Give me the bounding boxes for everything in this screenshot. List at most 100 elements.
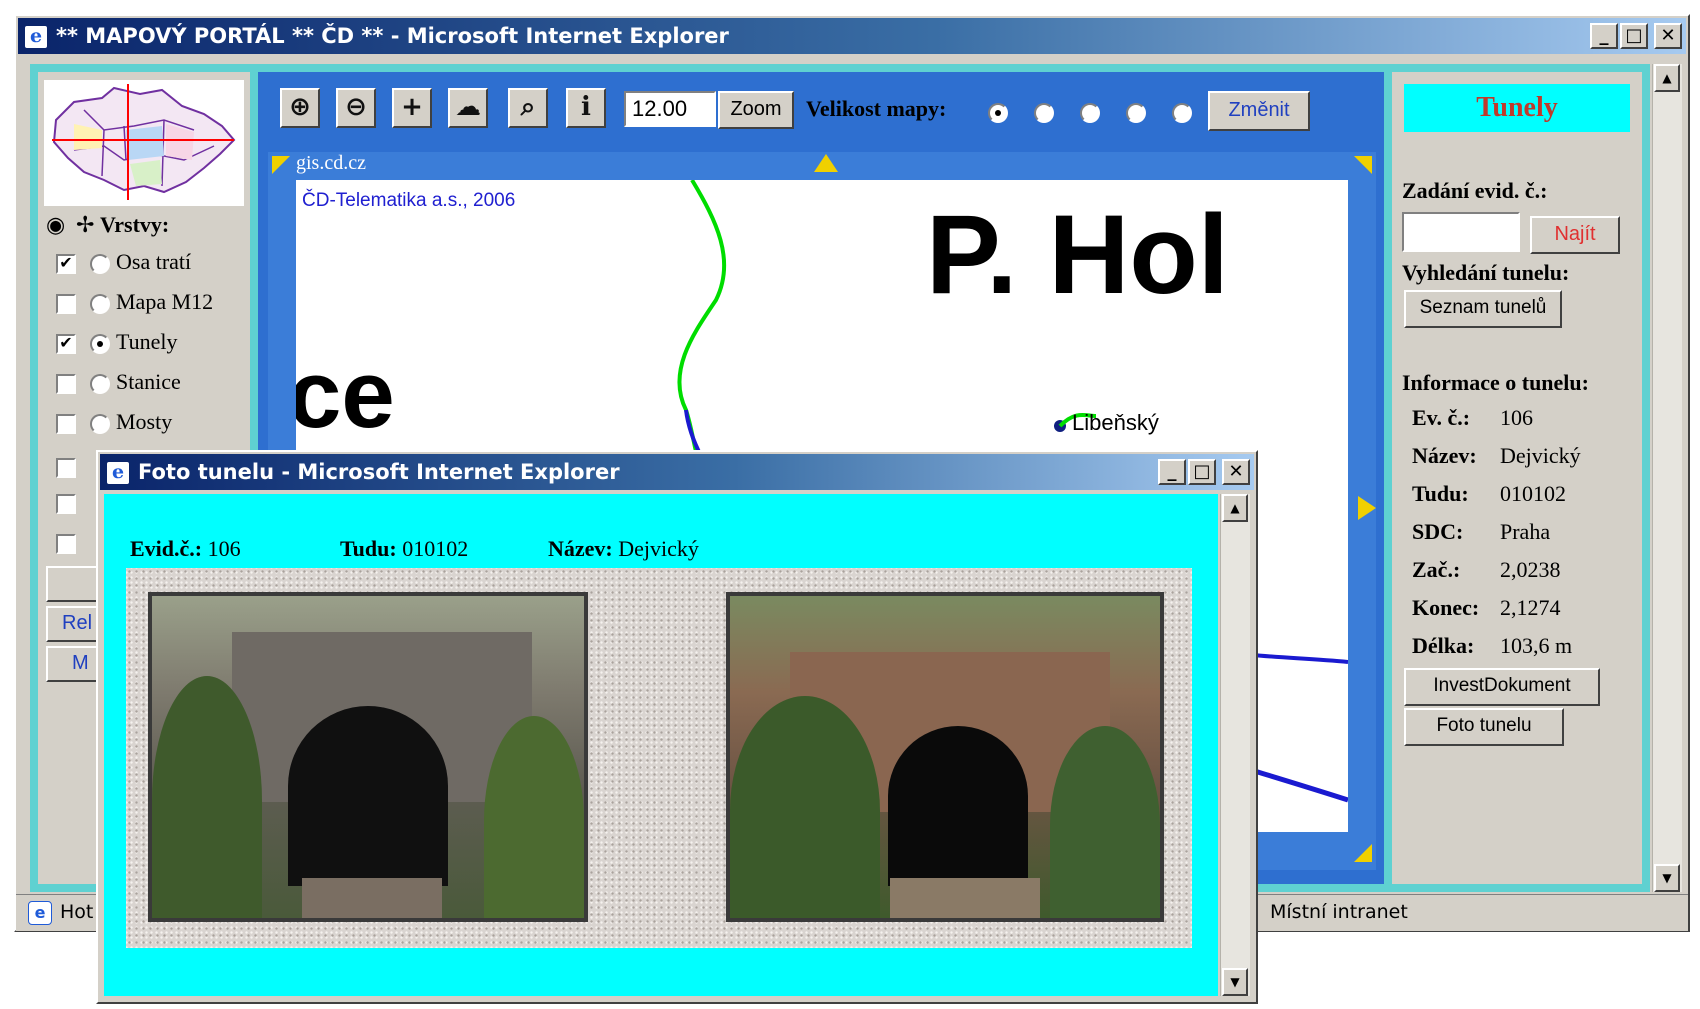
zoom-level-input[interactable]: 12.00 <box>624 91 716 127</box>
layer-visible-checkbox[interactable] <box>56 373 76 394</box>
layer-checkbox-partial-3[interactable] <box>56 533 76 554</box>
main-title-bar[interactable]: e ** MAPOVÝ PORTÁL ** ČD ** - Microsoft I… <box>18 18 1686 54</box>
zoom-in-button[interactable]: ⊕ <box>280 88 320 128</box>
pan-se-arrow[interactable] <box>1354 844 1372 862</box>
info-key: Název: <box>1412 443 1477 468</box>
tunnel-opening <box>888 726 1028 886</box>
layer-active-radio[interactable] <box>90 373 110 394</box>
eye-icon: ◉ <box>46 212 66 237</box>
main-vertical-scrollbar[interactable]: ▲ ▼ <box>1652 64 1682 892</box>
pan-north-arrow[interactable] <box>814 154 838 172</box>
tudu-label: Tudu: <box>340 536 397 561</box>
pan-ne-arrow[interactable] <box>1354 156 1372 174</box>
map-label-large: P. Hol <box>926 192 1229 317</box>
status-page-icon: e <box>28 901 52 925</box>
popup-minimize-button[interactable]: _ <box>1158 459 1186 485</box>
popup-scroll-up-icon[interactable]: ▲ <box>1222 494 1248 522</box>
layer-checkbox-partial-1[interactable] <box>56 457 76 478</box>
status-zone: Místní intranet <box>1270 901 1408 923</box>
popup-close-button[interactable]: ✕ <box>1222 459 1250 485</box>
tunnel-photo-button[interactable]: Foto tunelu <box>1404 708 1564 746</box>
layer-visible-checkbox[interactable]: ✔ <box>56 253 76 274</box>
layer-active-radio[interactable] <box>90 253 110 274</box>
map-size-radio-3[interactable] <box>1080 103 1100 123</box>
info-value: Praha <box>1500 519 1551 544</box>
evid-value: 106 <box>207 536 241 561</box>
close-button[interactable]: ✕ <box>1654 23 1682 49</box>
cursor-icon: ✢ <box>76 212 95 237</box>
info-value: 2,1274 <box>1500 595 1561 620</box>
foliage-right <box>484 716 584 918</box>
foliage-left <box>152 676 262 918</box>
layer-row-osa-trati: ✔ Osa tratí <box>56 245 191 279</box>
zoom-in-icon: ⊕ <box>289 92 311 122</box>
popup-vertical-scrollbar[interactable]: ▲ ▼ <box>1220 494 1250 996</box>
info-key: Konec: <box>1412 595 1480 620</box>
tudu-value: 010102 <box>402 536 469 561</box>
station-label: Libeňský <box>1072 410 1159 435</box>
pan-nw-arrow[interactable] <box>272 156 290 174</box>
internet-explorer-icon: e <box>106 461 130 485</box>
popup-header-line: Evid.č.: 106 <box>130 536 241 562</box>
panel-title: Tunely <box>1404 84 1630 132</box>
evid-number-input[interactable] <box>1402 212 1520 252</box>
tunnel-list-button[interactable]: Seznam tunelů <box>1404 290 1562 328</box>
info-key: SDC: <box>1412 519 1464 544</box>
popup-scroll-down-icon[interactable]: ▼ <box>1222 968 1248 996</box>
layer-active-radio[interactable] <box>90 413 110 434</box>
map-size-radio-4[interactable] <box>1126 103 1146 123</box>
maximize-button[interactable]: □ <box>1620 23 1648 49</box>
layer-label: Tunely <box>116 329 178 354</box>
layer-active-radio[interactable] <box>90 333 110 354</box>
zoom-box-icon: ⌕ <box>520 92 536 122</box>
pan-icon: + <box>401 92 423 122</box>
track-ground <box>302 878 442 918</box>
change-size-button[interactable]: Změnit <box>1208 91 1310 131</box>
main-window-title: ** MAPOVÝ PORTÁL ** ČD ** - Microsoft In… <box>56 24 729 48</box>
tunnel-info-header: Informace o tunelu: <box>1402 370 1589 395</box>
map-size-radio-2[interactable] <box>1034 103 1054 123</box>
zoom-box-button[interactable]: ⌕ <box>508 88 548 128</box>
info-key: Délka: <box>1412 633 1475 658</box>
czech-map-overview[interactable] <box>44 80 244 206</box>
info-key: Ev. č.: <box>1412 405 1471 430</box>
map-size-radio-1[interactable] <box>988 103 1008 123</box>
layer-row-tunely: ✔ Tunely <box>56 325 178 359</box>
track-ground <box>890 878 1040 918</box>
layer-visible-checkbox[interactable] <box>56 293 76 314</box>
tunnel-photo-2[interactable] <box>726 592 1164 922</box>
zoom-button[interactable]: Zoom <box>718 91 794 129</box>
invest-document-button[interactable]: InvestDokument <box>1404 668 1600 706</box>
layer-row-mosty: Mosty <box>56 405 172 439</box>
info-row-konec: Konec: 2,1274 <box>1412 595 1561 621</box>
layer-visible-checkbox[interactable] <box>56 413 76 434</box>
layer-label: Osa tratí <box>116 249 192 274</box>
popup-title-bar[interactable]: e Foto tunelu - Microsoft Internet Explor… <box>100 454 1254 490</box>
info-key: Tudu: <box>1412 481 1469 506</box>
pan-east-arrow[interactable] <box>1358 496 1376 520</box>
pan-button[interactable]: + <box>392 88 432 128</box>
popup-maximize-button[interactable]: □ <box>1188 459 1216 485</box>
layer-checkbox-partial-2[interactable] <box>56 493 76 514</box>
info-row-zac: Zač.: 2,0238 <box>1412 557 1561 583</box>
minimize-button[interactable]: _ <box>1590 23 1618 49</box>
tunnel-photo-1[interactable] <box>148 592 588 922</box>
full-extent-button[interactable]: ☁ <box>448 88 488 128</box>
info-row-delka: Délka: 103,6 m <box>1412 633 1572 659</box>
tunnel-opening <box>288 706 448 886</box>
layer-row-mapa-m12: Mapa M12 <box>56 285 213 319</box>
zoom-out-button[interactable]: ⊖ <box>336 88 376 128</box>
info-value: Dejvický <box>1500 443 1581 468</box>
info-value: 010102 <box>1500 481 1566 506</box>
layer-visible-checkbox[interactable]: ✔ <box>56 333 76 354</box>
map-size-radio-5[interactable] <box>1172 103 1192 123</box>
layer-active-radio[interactable] <box>90 293 110 314</box>
overview-map-icon <box>52 84 236 200</box>
info-button[interactable]: i <box>566 88 606 128</box>
scroll-up-icon[interactable]: ▲ <box>1654 64 1680 92</box>
info-value: 103,6 m <box>1500 633 1573 658</box>
name-value: Dejvický <box>618 536 699 561</box>
find-button[interactable]: Najít <box>1530 216 1620 254</box>
evid-label: Evid.č.: <box>130 536 203 561</box>
scroll-down-icon[interactable]: ▼ <box>1654 864 1680 892</box>
